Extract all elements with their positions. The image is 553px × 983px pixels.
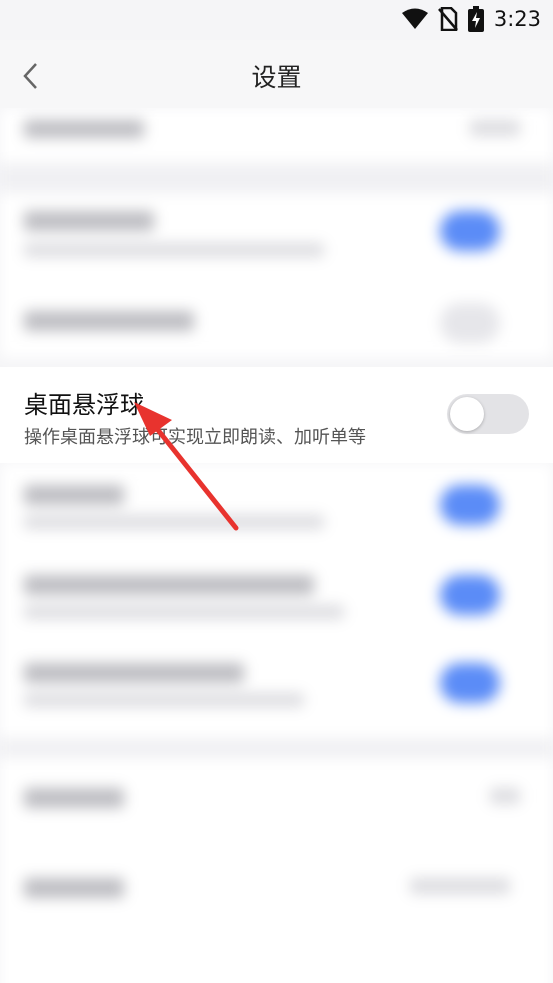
toggle-knob <box>450 397 484 431</box>
watermark-logo: Bai du 经验 <box>402 939 523 964</box>
blurred-row <box>0 108 553 163</box>
status-bar: 3:23 <box>0 0 553 40</box>
watermark-url: jingyan.baidu.com <box>430 968 523 979</box>
setting-title: 桌面悬浮球 <box>24 391 144 419</box>
page-title: 设置 <box>251 63 302 92</box>
status-icons: 3:23 <box>401 6 541 32</box>
blurred-row <box>0 193 553 358</box>
setting-description: 操作桌面悬浮球可实现立即朗读、加听单等 <box>24 427 366 448</box>
blurred-toggle <box>440 211 500 251</box>
blurred-settings-list <box>0 108 553 983</box>
wifi-icon <box>401 8 428 29</box>
floating-ball-toggle[interactable] <box>447 394 529 434</box>
blurred-toggle <box>440 303 500 343</box>
battery-charging-icon <box>467 6 484 32</box>
status-time: 3:23 <box>493 7 541 31</box>
no-sim-icon <box>437 7 458 31</box>
app-header: 设置 <box>0 40 553 108</box>
floating-ball-setting-row[interactable]: 桌面悬浮球 操作桌面悬浮球可实现立即朗读、加听单等 <box>0 367 553 463</box>
section-gap <box>0 163 553 193</box>
